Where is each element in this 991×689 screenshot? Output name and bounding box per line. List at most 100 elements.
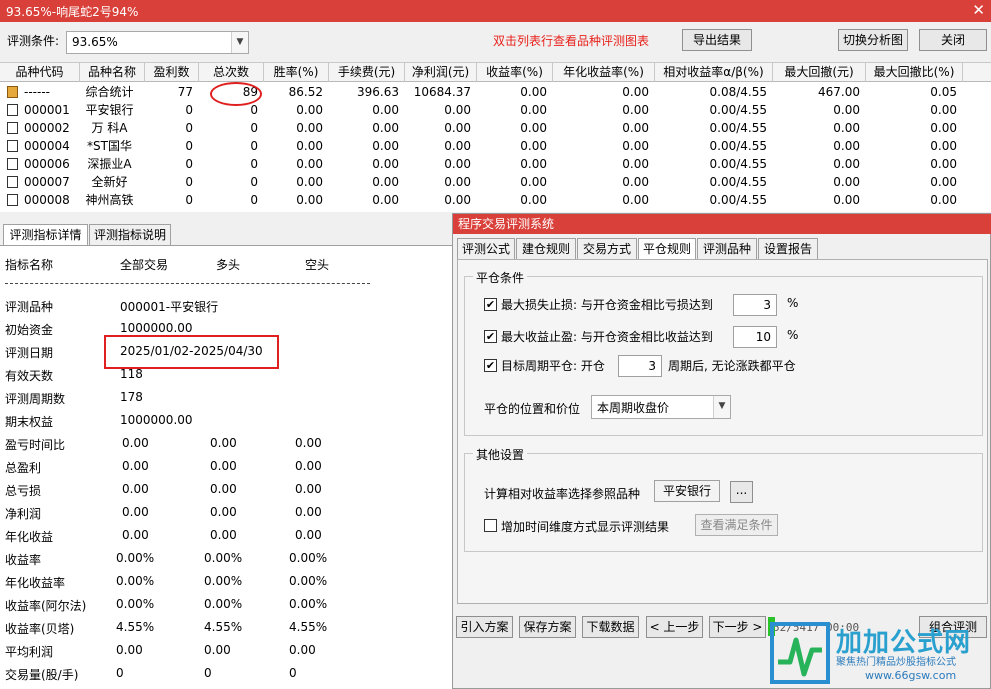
stoploss-label: 最大损失止损: 与开仓资金相比亏损达到	[501, 298, 713, 312]
next-step-button[interactable]: 下一步 >	[709, 616, 766, 638]
table-row[interactable]: 000001 平安银行 0 0 0.00 0.00 0.00 0.00 0.00 0.00/4.5…	[0, 101, 991, 119]
table-cell: 0.00	[622, 157, 649, 171]
table-cell: 0.00	[833, 139, 860, 153]
metric-name: 评测日期	[5, 346, 54, 360]
table-row[interactable]: 000004 *ST国华 0 0 0.00 0.00 0.00 0.00 0.00 0.00/4.…	[0, 137, 991, 155]
metric-value: 0.00	[295, 505, 322, 519]
metric-name: 初始资金	[5, 323, 54, 337]
switch-chart-button[interactable]: 切换分析图	[838, 29, 908, 51]
table-row[interactable]: 000008 神州高铁 0 0 0.00 0.00 0.00 0.00 0.00 0.00/4.5…	[0, 191, 991, 209]
view-conditions-button[interactable]: 查看满足条件	[695, 514, 778, 536]
takeprofit-input[interactable]: 10	[733, 326, 777, 348]
tab-formula[interactable]: 评测公式	[457, 238, 515, 260]
metric-value: 0.00	[295, 528, 322, 542]
metric-row: 有效天数 118	[0, 367, 452, 390]
metric-value: 0.00%	[204, 597, 243, 611]
save-plan-button[interactable]: 保存方案	[519, 616, 576, 638]
chevron-down-icon[interactable]: ▼	[231, 32, 248, 53]
tab-trade-mode[interactable]: 交易方式	[577, 238, 637, 260]
takeprofit-pct: %	[787, 328, 799, 342]
takeprofit-checkbox[interactable]: ✔	[484, 330, 497, 343]
table-cell: 0.00	[622, 175, 649, 189]
condition-select[interactable]: 93.65% ▼	[66, 31, 249, 54]
column-header[interactable]: 手续费(元)	[329, 63, 405, 82]
column-header[interactable]: 最大回撤(元)	[773, 63, 866, 82]
import-plan-button[interactable]: 引入方案	[456, 616, 513, 638]
evaluation-dialog: 程序交易评测系统 评测公式 建仓规则 交易方式 平仓规则 评测品种 设置报告 平…	[452, 213, 991, 689]
stoploss-input[interactable]: 3	[733, 294, 777, 316]
close-icon[interactable]: ✕	[972, 1, 985, 19]
table-row[interactable]: 000007 全新好 0 0 0.00 0.00 0.00 0.00 0.00 0.00/4.55…	[0, 173, 991, 191]
table-cell: 综合统计	[85, 85, 134, 99]
download-data-button[interactable]: 下载数据	[582, 616, 639, 638]
table-cell: 0.00	[833, 103, 860, 117]
tab-close-rules[interactable]: 平仓规则	[638, 238, 696, 260]
column-header[interactable]: 胜率(%)	[264, 63, 329, 82]
table-cell: 0.00	[520, 103, 547, 117]
period-input[interactable]: 3	[618, 355, 662, 377]
table-row[interactable]: 000006 深振业A 0 0 0.00 0.00 0.00 0.00 0.00 0.00/4.5…	[0, 155, 991, 173]
column-header[interactable]: 相对收益率α/β(%)	[655, 63, 773, 82]
ref-symbol-field[interactable]: 平安银行	[654, 480, 720, 502]
ref-symbol-label: 计算相对收益率选择参照品种	[484, 487, 641, 501]
table-cell: 0.00	[372, 175, 399, 189]
metric-name: 平均利润	[5, 645, 54, 659]
table-row[interactable]: 000002 万 科A 0 0 0.00 0.00 0.00 0.00 0.00 0.00/4.5…	[0, 119, 991, 137]
metric-row: 年化收益率 0.00% 0.00% 0.00%	[0, 574, 452, 597]
table-cell: 0.00/4.55	[709, 175, 767, 189]
logo-icon	[770, 622, 830, 684]
column-header[interactable]: 盈利数	[145, 63, 199, 82]
table-cell: 86.52	[288, 85, 323, 99]
metric-row: 期末权益 1000000.00	[0, 413, 452, 436]
tab-detail[interactable]: 评测指标详情	[3, 224, 88, 246]
metric-value: 0.00	[122, 505, 149, 519]
column-header[interactable]: 品种代码	[0, 63, 80, 82]
table-cell: 0.00	[833, 121, 860, 135]
metric-name: 年化收益	[5, 530, 54, 544]
metric-value: 0.00	[122, 528, 149, 542]
position-value: 本周期收盘价	[597, 401, 670, 415]
prev-step-button[interactable]: < 上一步	[646, 616, 703, 638]
metric-value: 0.00	[295, 482, 322, 496]
table-cell: 0.00	[930, 139, 957, 153]
metric-value: 0.00	[210, 528, 237, 542]
browse-button[interactable]: ...	[730, 481, 753, 503]
metric-name: 收益率	[5, 553, 42, 567]
column-header[interactable]: 年化收益率(%)	[553, 63, 655, 82]
tab-explain[interactable]: 评测指标说明	[89, 224, 171, 246]
table-cell: 000004	[24, 139, 70, 153]
position-select[interactable]: 本周期收盘价 ▼	[591, 395, 731, 419]
period-suffix: 周期后, 无论涨跌都平仓	[668, 359, 796, 373]
tab-symbols[interactable]: 评测品种	[697, 238, 757, 260]
table-row[interactable]: ------ 综合统计 77 89 86.52 396.63 10684.37 0.00 0.0…	[0, 83, 991, 101]
stoploss-checkbox[interactable]: ✔	[484, 298, 497, 311]
tab-open-rules[interactable]: 建仓规则	[516, 238, 576, 260]
close-rules-panel: 平仓条件 ✔ 最大损失止损: 与开仓资金相比亏损达到 3 % ✔ 最大收益止盈:…	[457, 259, 988, 604]
other-settings-group: 其他设置 计算相对收益率选择参照品种 平安银行 ... 增加时间维度方式显示评测…	[464, 446, 983, 552]
table-cell: 0.00	[520, 139, 547, 153]
tab-report[interactable]: 设置报告	[758, 238, 818, 260]
export-button[interactable]: 导出结果	[682, 29, 752, 51]
table-cell: 0	[250, 193, 258, 207]
column-header[interactable]: 总次数	[199, 63, 264, 82]
column-header[interactable]: 品种名称	[80, 63, 145, 82]
column-header[interactable]: 净利润(元)	[405, 63, 477, 82]
table-cell: 0.00	[622, 103, 649, 117]
table-cell: 0.00/4.55	[709, 103, 767, 117]
table-cell: 0	[250, 157, 258, 171]
column-header[interactable]: 收益率(%)	[477, 63, 553, 82]
metric-row: 年化收益 0.00 0.00 0.00	[0, 528, 452, 551]
column-header[interactable]: 最大回撤比(%)	[866, 63, 963, 82]
period-checkbox[interactable]: ✔	[484, 359, 497, 372]
condition-value: 93.65%	[72, 35, 118, 49]
col-long: 多头	[216, 258, 241, 272]
takeprofit-label: 最大收益止盈: 与开仓资金相比收益达到	[501, 330, 713, 344]
chevron-down-icon[interactable]: ▼	[713, 396, 730, 418]
table-cell: 000006	[24, 157, 70, 171]
table-cell: *ST国华	[87, 139, 132, 153]
close-button[interactable]: 关闭	[919, 29, 987, 51]
table-cell: 0.00	[296, 121, 323, 135]
results-table[interactable]: 品种代码 品种名称 盈利数 总次数 胜率(%) 手续费(元) 净利润(元) 收益率(%) 年化收…	[0, 62, 991, 212]
metric-row: 总盈利 0.00 0.00 0.00	[0, 459, 452, 482]
time-dimension-checkbox[interactable]	[484, 519, 497, 532]
